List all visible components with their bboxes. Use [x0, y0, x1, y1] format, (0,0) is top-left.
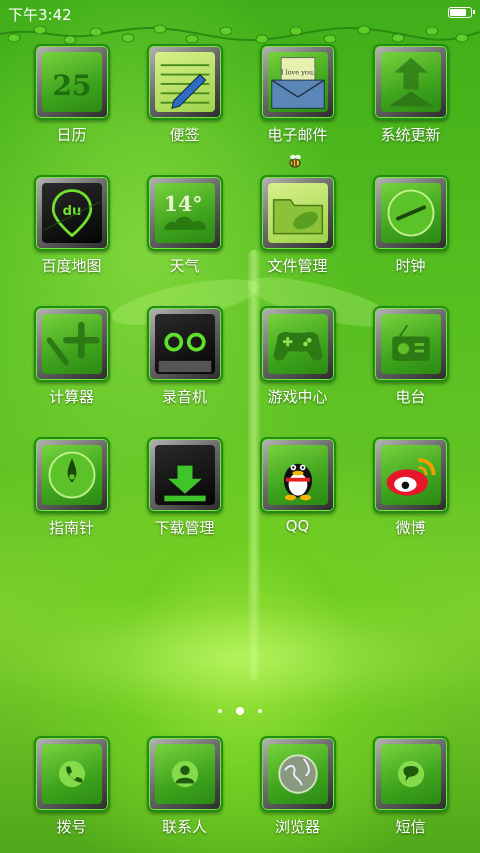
app-label: 系统更新: [380, 126, 441, 144]
app-label: 便签: [169, 126, 200, 144]
app-baidu-map[interactable]: du 百度地图: [15, 175, 128, 276]
app-notepad[interactable]: 便签: [128, 44, 241, 145]
app-label: 拨号: [56, 818, 87, 836]
dock-messages[interactable]: 短信: [354, 736, 467, 837]
page-dot[interactable]: [218, 708, 222, 713]
app-label: 浏览器: [274, 818, 320, 836]
compass-icon: [33, 437, 110, 513]
app-label: 文件管理: [267, 257, 328, 275]
dock-contacts[interactable]: 联系人: [128, 736, 241, 837]
contacts-icon: [146, 736, 223, 812]
app-qq[interactable]: QQ: [241, 437, 354, 535]
app-download-manager[interactable]: 下载管理: [128, 437, 241, 538]
page-dot-active[interactable]: [236, 706, 244, 715]
bee-icon: [289, 154, 301, 168]
message-icon: [372, 736, 449, 812]
dock-browser[interactable]: 浏览器: [241, 736, 354, 837]
system-update-icon: [372, 44, 449, 120]
recorder-icon: [146, 306, 223, 382]
app-weather[interactable]: 14° 天气: [128, 175, 241, 276]
page-indicator[interactable]: [0, 700, 480, 719]
gamepad-icon: [259, 306, 336, 382]
notepad-icon: [146, 44, 223, 120]
calendar-icon: 25: [33, 44, 110, 120]
app-label: 计算器: [48, 388, 94, 406]
app-calendar[interactable]: 25 日历: [15, 44, 128, 145]
app-label: 游戏中心: [267, 388, 328, 406]
app-game-center[interactable]: 游戏中心: [241, 306, 354, 407]
calculator-icon: [33, 306, 110, 382]
app-calculator[interactable]: 计算器: [15, 306, 128, 407]
app-label: 指南针: [48, 519, 94, 537]
email-icon: I love you.: [259, 44, 336, 120]
app-label: 短信: [395, 818, 426, 836]
weather-icon: 14°: [146, 175, 223, 251]
app-weibo[interactable]: 微博: [354, 437, 467, 538]
app-file-manager[interactable]: 文件管理: [241, 175, 354, 276]
weather-temp: 14°: [163, 192, 202, 216]
app-compass[interactable]: 指南针: [15, 437, 128, 538]
page-dot[interactable]: [258, 708, 262, 713]
app-label: 时钟: [395, 257, 426, 275]
app-label: QQ: [285, 517, 310, 535]
baidu-badge-text: du: [62, 204, 81, 219]
qq-penguin-icon: [259, 437, 336, 513]
app-label: 联系人: [161, 818, 207, 836]
battery-icon: [448, 7, 475, 18]
download-icon: [146, 437, 223, 513]
app-label: 日历: [56, 126, 87, 144]
browser-icon: [259, 736, 336, 812]
app-clock[interactable]: 时钟: [354, 175, 467, 276]
radio-icon: [372, 306, 449, 382]
calendar-day-number: 25: [52, 69, 91, 102]
baidu-map-icon: du: [33, 175, 110, 251]
weibo-icon: [372, 437, 449, 513]
app-label: 下载管理: [154, 519, 215, 537]
app-label: 百度地图: [41, 257, 102, 275]
app-radio[interactable]: 电台: [354, 306, 467, 407]
app-system-update[interactable]: 系统更新: [354, 44, 467, 145]
app-label: 微博: [395, 519, 426, 537]
email-note-text: I love you.: [280, 69, 314, 77]
wallpaper-moss: [0, 580, 480, 720]
app-email[interactable]: I love you. 电子邮件: [241, 44, 354, 145]
phone-icon: [33, 736, 110, 812]
clock-icon: [372, 175, 449, 251]
app-recorder[interactable]: 录音机: [128, 306, 241, 407]
dock-phone[interactable]: 拨号: [15, 736, 128, 837]
app-label: 录音机: [161, 388, 207, 406]
app-label: 电子邮件: [267, 126, 328, 144]
app-label: 天气: [169, 257, 200, 275]
app-label: 电台: [395, 388, 426, 406]
folder-icon: [259, 175, 336, 251]
